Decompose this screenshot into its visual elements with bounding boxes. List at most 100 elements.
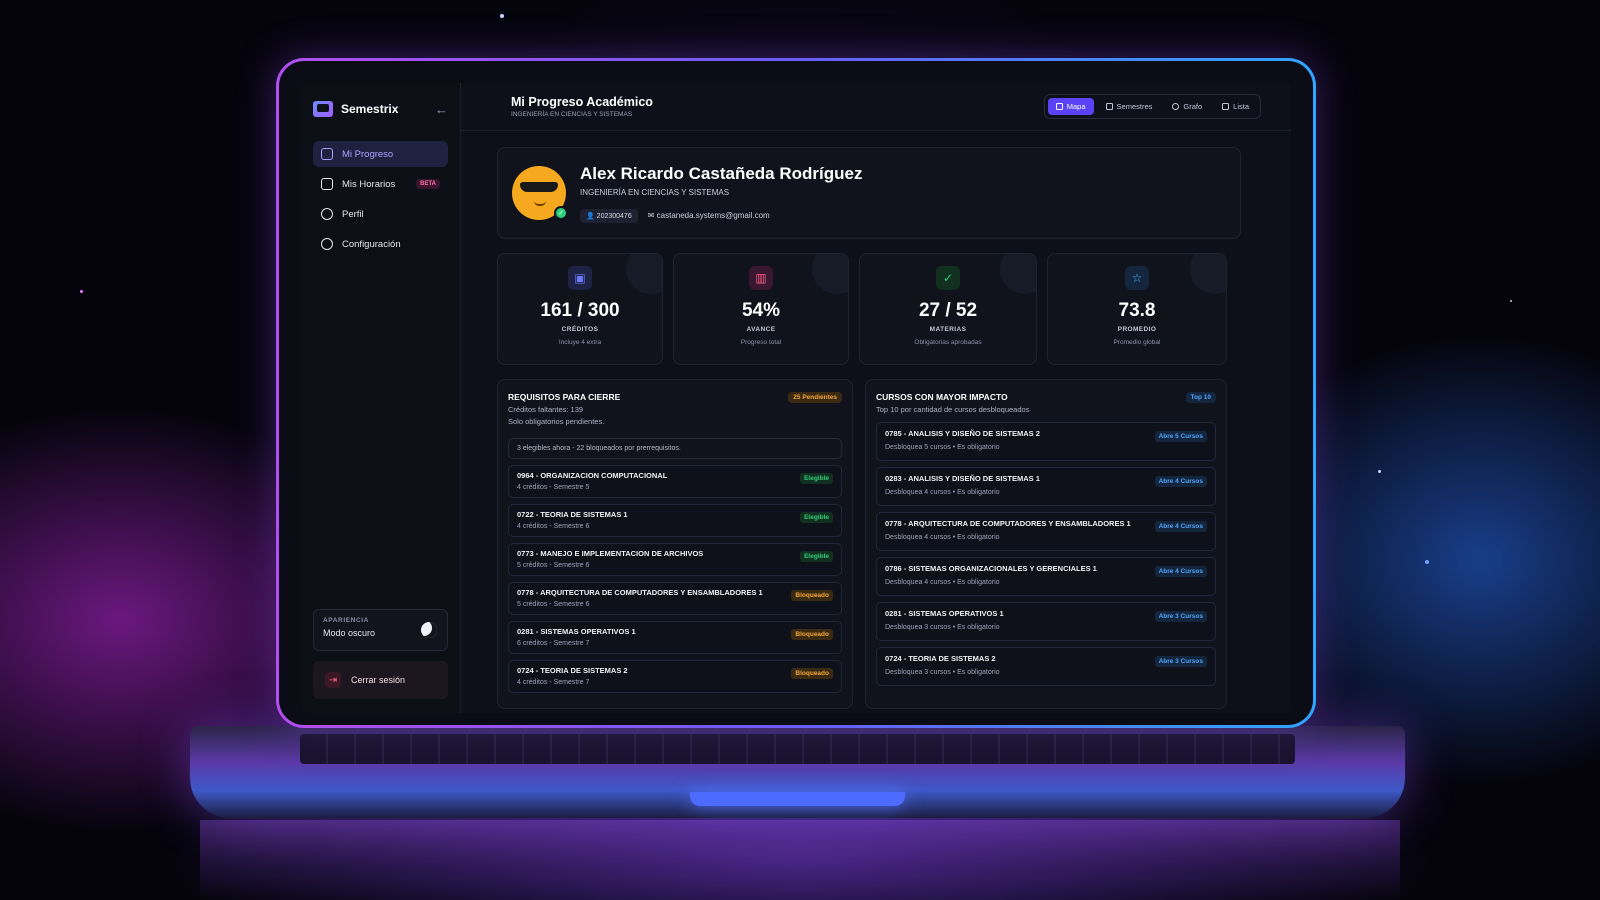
- row-main: 0785 - ANALISIS Y DISEÑO DE SISTEMAS 2 D…: [885, 429, 1155, 451]
- chart-icon: [321, 148, 333, 160]
- row-main: 0778 - ARQUITECTURA DE COMPUTADORES Y EN…: [885, 519, 1155, 541]
- eligibility-summary: 3 elegibles ahora - 22 bloqueados por pr…: [508, 438, 842, 459]
- main-area: Mi Progreso Académico INGENIERÍA EN CIEN…: [461, 83, 1291, 713]
- sidebar-item-perfil[interactable]: Perfil: [313, 201, 448, 227]
- list-item[interactable]: 0786 - SISTEMAS ORGANIZACIONALES Y GEREN…: [876, 557, 1216, 596]
- tab-label: Mapa: [1066, 102, 1086, 111]
- stat-desc: Incluye 4 extra: [558, 339, 602, 346]
- sidebar-item-label: Perfil: [342, 208, 364, 220]
- grid-icon: [1055, 103, 1063, 110]
- tab-mapa[interactable]: Mapa: [1047, 98, 1094, 115]
- impact-badge: Abre 3 Cursos: [1154, 656, 1207, 667]
- tab-lista[interactable]: Lista: [1214, 98, 1257, 115]
- stat-avance: ▥ 54% AVANCE Progreso total: [673, 253, 849, 365]
- appearance-label: APARIENCIA: [323, 617, 369, 624]
- row-main: 0281 - SISTEMAS OPERATIVOS 1 Desbloquea …: [885, 609, 1155, 631]
- gear-icon: [321, 238, 333, 250]
- star: [500, 14, 504, 18]
- row-main: 0964 - ORGANIZACION COMPUTACIONAL 4 créd…: [517, 471, 800, 491]
- row-main: 0724 - TEORIA DE SISTEMAS 2 Desbloquea 3…: [885, 654, 1155, 676]
- list-item[interactable]: 0773 - MANEJO E IMPLEMENTACION DE ARCHIV…: [508, 543, 842, 576]
- list-item[interactable]: 0724 - TEORIA DE SISTEMAS 2 4 créditos -…: [508, 660, 842, 693]
- sidebar: Semestrix ← Mi Progreso Mis Horarios BET…: [301, 83, 461, 713]
- course-sub: 6 créditos - Semestre 7: [517, 640, 590, 647]
- impact-badge: Abre 5 Cursos: [1154, 431, 1207, 442]
- user-icon: [321, 208, 333, 220]
- logout-button[interactable]: ⇥ Cerrar sesión: [313, 661, 448, 699]
- row-main: 0773 - MANEJO E IMPLEMENTACION DE ARCHIV…: [517, 549, 800, 569]
- list-item[interactable]: 0722 - TEORIA DE SISTEMAS 1 4 créditos -…: [508, 504, 842, 537]
- list-item[interactable]: 0778 - ARQUITECTURA DE COMPUTADORES Y EN…: [876, 512, 1216, 551]
- sidebar-item-mi-progreso[interactable]: Mi Progreso: [313, 141, 448, 167]
- status-badge: Bloqueado: [791, 590, 833, 601]
- list-item[interactable]: 0281 - SISTEMAS OPERATIVOS 1 Desbloquea …: [876, 602, 1216, 641]
- impact-badge: Abre 4 Cursos: [1154, 521, 1207, 532]
- student-name: Alex Ricardo Castañeda Rodríguez: [580, 163, 863, 183]
- tab-semestres[interactable]: Semestres: [1098, 98, 1161, 115]
- panel-title: REQUISITOS PARA CIERRE: [508, 392, 621, 402]
- sidebar-item-configuracion[interactable]: Configuración: [313, 231, 448, 257]
- star-icon: ☆: [1125, 266, 1149, 290]
- laptop-base: [190, 726, 1405, 818]
- star: [1510, 300, 1512, 302]
- moon-icon[interactable]: [421, 622, 437, 638]
- bar-chart-icon: ▥: [749, 266, 773, 290]
- sunglasses-icon: [520, 182, 558, 192]
- course-sub: 5 créditos - Semestre 6: [517, 601, 590, 608]
- course-title: 0785 - ANALISIS Y DISEÑO DE SISTEMAS 2: [885, 429, 1040, 438]
- page-title: Mi Progreso Académico: [511, 95, 653, 109]
- status-badge: Bloqueado: [791, 629, 833, 640]
- calendar-icon: [321, 178, 333, 190]
- panel-head: REQUISITOS PARA CIERRE 25 Pendientes: [508, 392, 842, 403]
- tab-grafo[interactable]: Grafo: [1164, 98, 1210, 115]
- course-title: 0778 - ARQUITECTURA DE COMPUTADORES Y EN…: [517, 588, 763, 597]
- course-sub: 4 créditos - Semestre 7: [517, 679, 590, 686]
- content: ✓ Alex Ricardo Castañeda Rodríguez INGEN…: [461, 131, 1291, 713]
- logout-icon: ⇥: [325, 672, 341, 688]
- star: [1378, 470, 1381, 473]
- course-title: 0786 - SISTEMAS ORGANIZACIONALES Y GEREN…: [885, 564, 1097, 573]
- course-sub: 4 créditos - Semestre 6: [517, 523, 590, 530]
- course-title: 0283 - ANALISIS Y DISEÑO DE SISTEMAS 1: [885, 474, 1040, 483]
- course-sub: Desbloquea 3 cursos • Es obligatorio: [885, 669, 1000, 676]
- course-sub: Desbloquea 4 cursos • Es obligatorio: [885, 534, 1000, 541]
- title-wrap: Mi Progreso Académico INGENIERÍA EN CIEN…: [511, 95, 1044, 118]
- laptop-screen: Semestrix ← Mi Progreso Mis Horarios BET…: [301, 83, 1291, 713]
- mail-icon: ✉: [647, 211, 657, 220]
- list-item[interactable]: 0283 - ANALISIS Y DISEÑO DE SISTEMAS 1 D…: [876, 467, 1216, 506]
- row-main: 0786 - SISTEMAS ORGANIZACIONALES Y GEREN…: [885, 564, 1155, 586]
- stat-value: 161 / 300: [540, 300, 620, 321]
- sidebar-item-mis-horarios[interactable]: Mis Horarios BETA: [313, 171, 448, 197]
- sidebar-item-label: Configuración: [342, 238, 401, 250]
- logout-label: Cerrar sesión: [351, 675, 406, 685]
- status-badge: Elegible: [800, 512, 833, 523]
- list-item[interactable]: 0281 - SISTEMAS OPERATIVOS 1 6 créditos …: [508, 621, 842, 654]
- row-main: 0281 - SISTEMAS OPERATIVOS 1 6 créditos …: [517, 627, 791, 647]
- course-sub: Desbloquea 5 cursos • Es obligatorio: [885, 444, 1000, 451]
- stat-label: AVANCE: [746, 326, 776, 333]
- view-tabs: Mapa Semestres Grafo Lista: [1043, 94, 1261, 119]
- collapse-sidebar-arrow-icon[interactable]: ←: [435, 102, 448, 117]
- share-icon: [1172, 103, 1180, 110]
- laptop-lid: Semestrix ← Mi Progreso Mis Horarios BET…: [276, 58, 1316, 728]
- list-item[interactable]: 0964 - ORGANIZACION COMPUTACIONAL 4 créd…: [508, 465, 842, 498]
- status-badge: Bloqueado: [791, 668, 833, 679]
- course-title: 0724 - TEORIA DE SISTEMAS 2: [517, 666, 628, 675]
- course-title: 0773 - MANEJO E IMPLEMENTACION DE ARCHIV…: [517, 549, 704, 558]
- status-badge: Elegible: [800, 473, 833, 484]
- pending-note: Solo obligatorios pendientes.: [508, 417, 605, 426]
- list-item[interactable]: 0778 - ARQUITECTURA DE COMPUTADORES Y EN…: [508, 582, 842, 615]
- check-circle-icon: ✓: [936, 266, 960, 290]
- impact-badge: Abre 3 Cursos: [1154, 611, 1207, 622]
- list-item[interactable]: 0724 - TEORIA DE SISTEMAS 2 Desbloquea 3…: [876, 647, 1216, 686]
- laptop-logo-icon: [313, 101, 333, 117]
- list-item[interactable]: 0785 - ANALISIS Y DISEÑO DE SISTEMAS 2 D…: [876, 422, 1216, 461]
- student-id: 202300476: [596, 212, 632, 220]
- panels: REQUISITOS PARA CIERRE 25 Pendientes Cré…: [497, 379, 1241, 709]
- impact-panel: CURSOS CON MAYOR IMPACTO Top 10 Top 10 p…: [865, 379, 1227, 709]
- tab-label: Semestres: [1116, 102, 1153, 111]
- impact-badge: Abre 4 Cursos: [1154, 476, 1207, 487]
- app-name: Semestrix: [341, 102, 399, 116]
- stat-desc: Progreso total: [740, 339, 782, 346]
- course-title: 0281 - SISTEMAS OPERATIVOS 1: [885, 609, 1004, 618]
